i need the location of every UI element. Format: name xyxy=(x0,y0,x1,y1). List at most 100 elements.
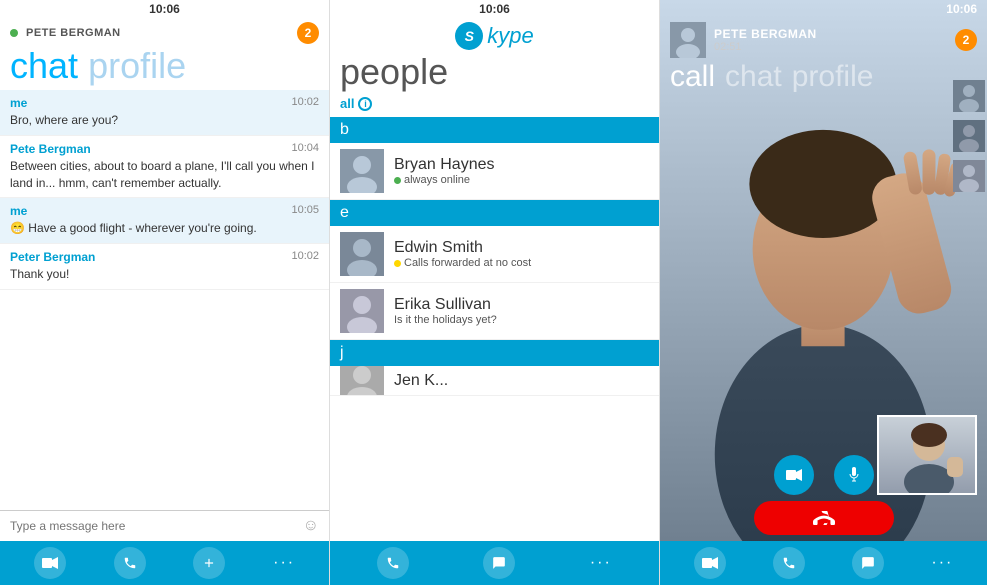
chat-panel: 10:06 PETE BERGMAN 2 chat profile me 10:… xyxy=(0,0,330,585)
video-call-button[interactable] xyxy=(34,547,66,579)
side-contact-2[interactable] xyxy=(953,120,985,152)
message-sender: Peter Bergman xyxy=(10,250,95,264)
contact-info-edwin: Edwin Smith Calls forwarded at no cost xyxy=(394,239,649,269)
contact-avatar-edwin xyxy=(340,232,384,276)
people-top-bar: S kype xyxy=(330,18,659,54)
chat-contact-header: PETE BERGMAN xyxy=(10,27,121,39)
contact-avatar-jen xyxy=(340,366,384,396)
contact-status-bryan: always online xyxy=(394,174,649,186)
message-header: me 10:05 xyxy=(10,204,319,218)
add-button[interactable] xyxy=(193,547,225,579)
call-video-button[interactable] xyxy=(774,455,814,495)
message-text: Thank you! xyxy=(10,266,319,283)
chat-top-bar: PETE BERGMAN 2 xyxy=(0,18,329,48)
filter-info-icon: i xyxy=(358,97,372,111)
people-status-bar: 10:06 xyxy=(330,0,659,18)
contact-avatar-bryan xyxy=(340,149,384,193)
call-contact-name: PETE BERGMAN xyxy=(714,27,955,41)
message-header: Pete Bergman 10:04 xyxy=(10,142,319,156)
call-title-profile: profile xyxy=(792,62,874,92)
side-contact-1[interactable] xyxy=(953,80,985,112)
contact-status-edwin: Calls forwarded at no cost xyxy=(394,257,649,269)
end-call-button[interactable] xyxy=(754,501,894,535)
contact-name-erika: Erika Sullivan xyxy=(394,296,649,314)
message-sender: me xyxy=(10,96,27,110)
message-sender: Pete Bergman xyxy=(10,142,91,156)
contact-status-erika: Is it the holidays yet? xyxy=(394,314,649,326)
side-contact-3[interactable] xyxy=(953,160,985,192)
message-header: me 10:02 xyxy=(10,96,319,110)
message-text: 😁 Have a good flight - wherever you're g… xyxy=(10,220,319,237)
message-item: Peter Bergman 10:02 Thank you! xyxy=(0,244,329,290)
message-input[interactable] xyxy=(10,519,303,533)
message-text: Bro, where are you? xyxy=(10,112,319,129)
call-more-button[interactable]: ··· xyxy=(931,554,953,572)
contact-name-edwin: Edwin Smith xyxy=(394,239,649,257)
contact-item-bryan[interactable]: Bryan Haynes always online xyxy=(330,143,659,200)
more-options-button[interactable]: ··· xyxy=(273,554,295,572)
contact-name-bryan: Bryan Haynes xyxy=(394,156,649,174)
people-panel: 10:06 S kype people all i b Bryan Hayn xyxy=(330,0,660,585)
contact-name-jen: Jen K... xyxy=(394,372,649,390)
message-header: Peter Bergman 10:02 xyxy=(10,250,319,264)
status-indicator-edwin xyxy=(394,260,401,267)
message-sender: me xyxy=(10,204,27,218)
call-status-time: 10:06 xyxy=(946,2,977,16)
call-notification-badge: 2 xyxy=(955,29,977,51)
message-time: 10:02 xyxy=(291,250,319,264)
people-contacts-list: b Bryan Haynes always online e xyxy=(330,117,659,541)
people-phone-button[interactable] xyxy=(377,547,409,579)
call-bottom-phone-button[interactable] xyxy=(773,547,805,579)
letter-divider-b: b xyxy=(330,117,659,143)
message-item: Pete Bergman 10:04 Between cities, about… xyxy=(0,136,329,199)
call-title-bar: call chat profile xyxy=(660,62,987,98)
chat-title-part1: chat xyxy=(10,45,78,86)
all-filter[interactable]: all i xyxy=(330,94,659,117)
online-indicator xyxy=(10,29,18,37)
skype-logo-text: kype xyxy=(487,23,533,49)
voice-call-button[interactable] xyxy=(114,547,146,579)
message-time: 10:05 xyxy=(291,204,319,218)
call-contact-info: PETE BERGMAN 02:51 xyxy=(706,27,955,53)
call-side-contacts xyxy=(953,80,987,192)
people-bottom-bar: ··· xyxy=(330,541,659,585)
chat-messages-list: me 10:02 Bro, where are you? Pete Bergma… xyxy=(0,90,329,510)
chat-input-area[interactable]: ☺ xyxy=(0,510,329,541)
message-time: 10:02 xyxy=(291,96,319,110)
contact-avatar-erika xyxy=(340,289,384,333)
contact-item-edwin[interactable]: Edwin Smith Calls forwarded at no cost xyxy=(330,226,659,283)
contact-item-jen[interactable]: Jen K... xyxy=(330,366,659,396)
people-status-time: 10:06 xyxy=(479,2,510,16)
chat-contact-name: PETE BERGMAN xyxy=(26,27,121,39)
call-top-bar: PETE BERGMAN 02:51 2 xyxy=(660,18,987,62)
contact-item-erika[interactable]: Erika Sullivan Is it the holidays yet? xyxy=(330,283,659,340)
chat-status-time: 10:06 xyxy=(149,2,180,16)
letter-divider-e: e xyxy=(330,200,659,226)
status-indicator-bryan xyxy=(394,177,401,184)
call-bottom-video-button[interactable] xyxy=(694,547,726,579)
people-more-button[interactable]: ··· xyxy=(590,554,612,572)
chat-panel-title: chat profile xyxy=(0,48,329,90)
contact-info-bryan: Bryan Haynes always online xyxy=(394,156,649,186)
all-filter-label: all xyxy=(340,96,354,111)
call-mic-button[interactable] xyxy=(834,455,874,495)
call-bottom-chat-button[interactable] xyxy=(852,547,884,579)
skype-logo-icon: S xyxy=(455,22,483,50)
notification-badge: 2 xyxy=(297,22,319,44)
call-panel: 10:06 PETE BERGMAN 02:51 2 call chat pro… xyxy=(660,0,987,585)
letter-divider-j: j xyxy=(330,340,659,366)
chat-status-bar: 10:06 xyxy=(0,0,329,18)
call-duration: 02:51 xyxy=(714,41,955,53)
contact-info-erika: Erika Sullivan Is it the holidays yet? xyxy=(394,296,649,326)
message-item: me 10:05 😁 Have a good flight - wherever… xyxy=(0,198,329,244)
emoji-icon[interactable]: ☺ xyxy=(303,517,319,535)
contact-info-jen: Jen K... xyxy=(394,372,649,390)
call-pip-thumbnail xyxy=(877,415,977,495)
people-chat-button[interactable] xyxy=(483,547,515,579)
call-bottom-bar: ··· xyxy=(660,541,987,585)
call-title-chat: chat xyxy=(725,62,782,92)
people-panel-title: people xyxy=(330,54,659,94)
chat-bottom-bar: ··· xyxy=(0,541,329,585)
message-item: me 10:02 Bro, where are you? xyxy=(0,90,329,136)
skype-logo: S kype xyxy=(455,22,533,50)
